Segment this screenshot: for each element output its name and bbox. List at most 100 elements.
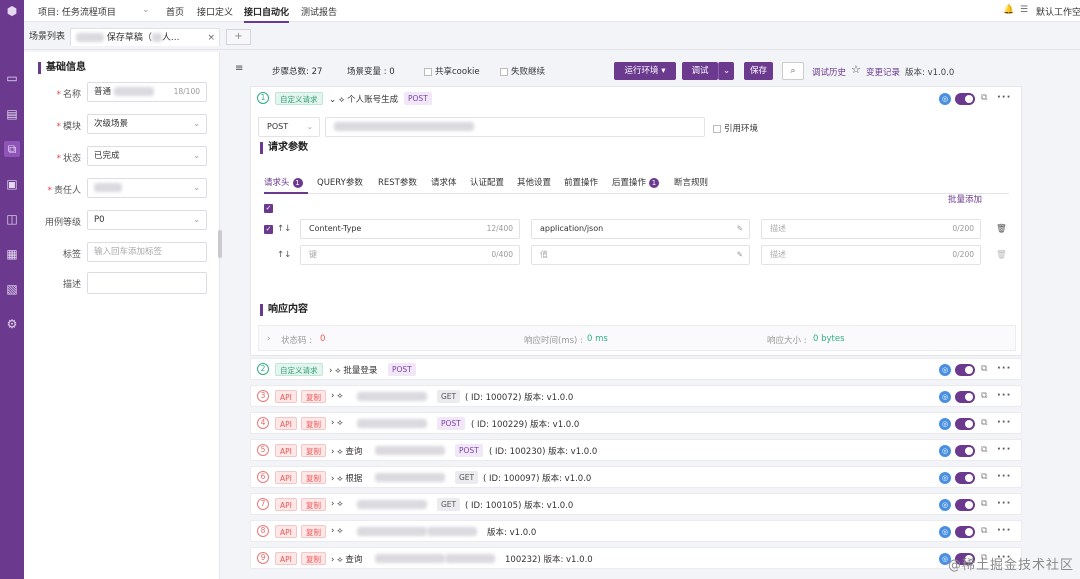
ui-icon[interactable]: ▣: [4, 176, 20, 192]
fail-continue-checkbox[interactable]: 失败继续: [500, 65, 545, 77]
more-icon[interactable]: ···: [997, 390, 1011, 401]
step-row[interactable]: 9 API 复制 › ⟡ 查询 100232) 版本: v1.0.0 ◎ ⧉ ···: [250, 547, 1022, 569]
copy-tag[interactable]: 复制: [301, 498, 326, 511]
copy-tag[interactable]: 复制: [301, 552, 326, 565]
add-tab-button[interactable]: +: [226, 29, 251, 45]
step-title[interactable]: › ⟡ 查询: [331, 445, 362, 457]
run-env-button[interactable]: 运行环境 ▾: [614, 62, 676, 80]
owner-select[interactable]: ⌄: [87, 178, 207, 198]
info-icon[interactable]: ◎: [939, 472, 951, 484]
enable-toggle[interactable]: [955, 445, 975, 457]
copy-icon[interactable]: ⧉: [981, 93, 987, 103]
status-select[interactable]: 已完成 ⌄: [87, 146, 207, 166]
menu-icon[interactable]: ≡: [235, 63, 243, 74]
sort-arrows-icon[interactable]: ↑↓: [277, 250, 291, 260]
list-icon[interactable]: ☰: [1020, 5, 1028, 15]
use-env-checkbox[interactable]: 引用环境: [713, 122, 758, 134]
step-row[interactable]: 8 API 复制 › ⟡ 版本: v1.0.0 ◎ ⧉ ···: [250, 520, 1022, 542]
copy-icon[interactable]: ⧉: [981, 445, 987, 455]
step-row[interactable]: 4 API 复制 › ⟡ POST ( ID: 100229) 版本: v1.0.0 ◎ ⧉…: [250, 412, 1022, 434]
copy-tag[interactable]: 复制: [301, 471, 326, 484]
panel-scrollbar[interactable]: [218, 230, 222, 258]
enable-toggle[interactable]: [955, 472, 975, 484]
delete-icon[interactable]: 🗑: [996, 250, 1007, 260]
enable-toggle[interactable]: [955, 364, 975, 376]
folder-icon[interactable]: ▧: [4, 281, 20, 297]
more-icon[interactable]: ···: [997, 363, 1011, 374]
bulk-add-link[interactable]: 批量添加: [948, 193, 982, 205]
monitor-icon[interactable]: ▭: [4, 70, 20, 86]
share-cookie-checkbox[interactable]: 共享cookie: [424, 65, 480, 77]
step-title[interactable]: › ⟡: [331, 391, 343, 401]
expand-icon[interactable]: ›: [267, 334, 270, 344]
step-title[interactable]: › ⟡: [331, 526, 343, 536]
url-input[interactable]: [325, 117, 705, 137]
chart-icon[interactable]: ◫: [4, 211, 20, 227]
star-icon[interactable]: ☆: [851, 63, 861, 76]
copy-tag[interactable]: 复制: [301, 417, 326, 430]
gear-icon[interactable]: ⚙: [4, 316, 20, 332]
save-button[interactable]: 保存: [744, 62, 773, 80]
step-row[interactable]: 7 API 复制 › ⟡ GET ( ID: 100105) 版本: v1.0.0 ◎ ⧉ ·…: [250, 493, 1022, 515]
nav-interface-def[interactable]: 接口定义: [197, 5, 233, 18]
tab-assert[interactable]: 断言规则: [674, 176, 708, 188]
enable-toggle[interactable]: [955, 418, 975, 430]
close-icon[interactable]: ×: [207, 29, 215, 47]
info-icon[interactable]: ◎: [939, 526, 951, 538]
tab-pre[interactable]: 前置操作: [564, 176, 598, 188]
debug-history-link[interactable]: 调试历史: [812, 66, 846, 78]
copy-tag[interactable]: 复制: [301, 444, 326, 457]
info-icon[interactable]: ◎: [939, 499, 951, 511]
tab-headers[interactable]: 请求头 1: [264, 176, 303, 188]
tab-other[interactable]: 其他设置: [517, 176, 551, 188]
report-icon[interactable]: ▦: [4, 246, 20, 262]
workspace-name[interactable]: 默认工作空间: [1036, 5, 1080, 18]
api-icon[interactable]: ⧉: [4, 141, 20, 157]
step-title[interactable]: › ⟡ 根据: [331, 472, 362, 484]
level-select[interactable]: P0 ⌄: [87, 210, 207, 230]
clipboard-icon[interactable]: ▤: [4, 106, 20, 122]
name-input[interactable]: 普通 18/100: [87, 82, 207, 102]
more-icon[interactable]: ···: [997, 525, 1011, 536]
method-select[interactable]: POST ⌄: [258, 117, 320, 137]
new-key-input[interactable]: 键 0/400: [300, 245, 520, 265]
row-checkbox[interactable]: ✓: [264, 225, 273, 234]
info-icon[interactable]: ◎: [939, 93, 951, 105]
select-all-checkbox[interactable]: ✓: [264, 204, 273, 213]
more-icon[interactable]: ···: [997, 417, 1011, 428]
enable-toggle[interactable]: [955, 526, 975, 538]
enable-toggle[interactable]: [955, 499, 975, 511]
debug-dropdown[interactable]: ⌄: [718, 62, 734, 80]
debug-button[interactable]: 调试: [682, 62, 718, 80]
header-desc-input[interactable]: 描述 0/200: [761, 219, 981, 239]
header-key-input[interactable]: Content-Type 12/400: [300, 219, 520, 239]
step-row[interactable]: 2 自定义请求 › ⟡ 批量登录 POST ◎ ⧉ ···: [250, 358, 1022, 380]
tab-auth[interactable]: 认证配置: [470, 176, 504, 188]
search-icon[interactable]: ⌕: [782, 62, 804, 80]
nav-interface-auto[interactable]: 接口自动化: [244, 5, 290, 23]
copy-icon[interactable]: ⧉: [981, 472, 987, 482]
info-icon[interactable]: ◎: [939, 364, 951, 376]
copy-icon[interactable]: ⧉: [981, 391, 987, 401]
tab-draft[interactable]: 保存草稿（ 人... ×: [70, 28, 220, 46]
copy-tag[interactable]: 复制: [301, 390, 326, 403]
copy-icon[interactable]: ⧉: [981, 418, 987, 428]
new-desc-input[interactable]: 描述 0/200: [761, 245, 981, 265]
copy-icon[interactable]: ⧉: [981, 499, 987, 509]
delete-icon[interactable]: 🗑: [996, 224, 1007, 234]
new-value-input[interactable]: 值 ✎: [531, 245, 750, 265]
project-selector[interactable]: 项目: 任务流程项目: [38, 5, 116, 18]
copy-icon[interactable]: ⧉: [981, 364, 987, 374]
more-icon[interactable]: ···: [997, 471, 1011, 482]
step-title[interactable]: › ⟡ 查询: [331, 553, 362, 565]
sort-arrows-icon[interactable]: ↑↓: [277, 224, 291, 234]
header-value-input[interactable]: application/json ✎: [531, 219, 750, 239]
more-icon[interactable]: ···: [997, 444, 1011, 455]
chevron-down-icon[interactable]: ⌄: [142, 5, 150, 15]
module-select[interactable]: 次级场景 ⌄: [87, 114, 207, 134]
info-icon[interactable]: ◎: [939, 418, 951, 430]
tab-rest[interactable]: REST参数: [378, 176, 417, 188]
step-title[interactable]: ⌄ ⟡ 个人账号生成: [329, 93, 398, 105]
step-title[interactable]: › ⟡ 批量登录: [329, 364, 377, 376]
step-title[interactable]: › ⟡: [331, 499, 343, 509]
